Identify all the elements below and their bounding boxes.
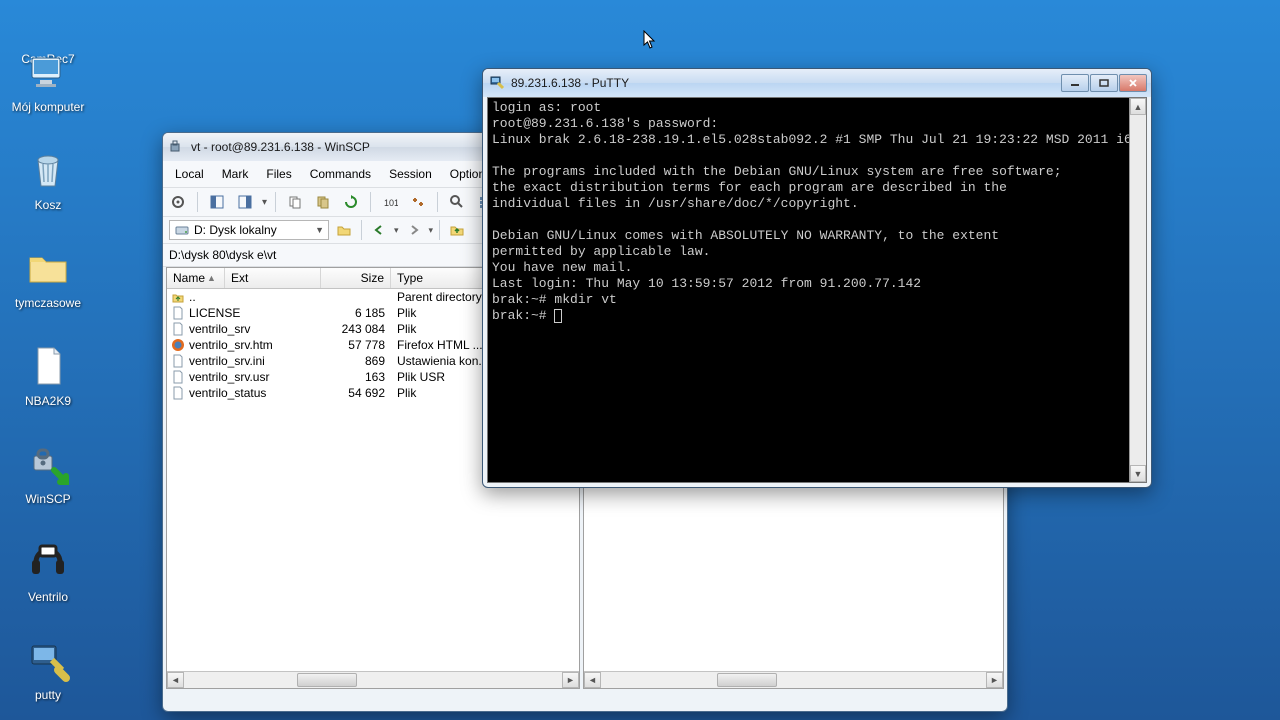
putty-icon xyxy=(24,636,72,684)
svg-text:101: 101 xyxy=(384,198,398,208)
file-icon xyxy=(171,354,185,368)
remote-hscroll[interactable]: ◄ ► xyxy=(584,671,1003,688)
trash-icon xyxy=(24,146,72,194)
file-size: 6 185 xyxy=(321,306,391,320)
minimize-button[interactable] xyxy=(1061,74,1089,92)
find-icon[interactable] xyxy=(446,191,468,213)
winscp-icon xyxy=(24,440,72,488)
refresh-icon[interactable] xyxy=(340,191,362,213)
panel2-icon[interactable] xyxy=(234,191,256,213)
forward-icon[interactable] xyxy=(403,219,425,241)
file-size: 163 xyxy=(321,370,391,384)
putty-text: putty xyxy=(35,688,61,702)
parent-folder-icon[interactable] xyxy=(446,219,468,241)
trash-text: Kosz xyxy=(35,198,62,212)
putty-title: 89.231.6.138 - PuTTY xyxy=(511,76,1061,90)
scroll-up-icon[interactable]: ▲ xyxy=(1130,98,1146,115)
folder-temp[interactable]: tymczasowe xyxy=(8,244,88,310)
drive-select[interactable]: D: Dysk lokalny ▼ xyxy=(169,220,329,240)
winscp-text: WinSCP xyxy=(25,492,70,506)
ventrilo-text: Ventrilo xyxy=(28,590,68,604)
scroll-right-icon[interactable]: ► xyxy=(562,672,579,688)
folder-icon xyxy=(24,244,72,292)
binary-icon[interactable]: 101 xyxy=(379,191,401,213)
terminal-vscroll[interactable]: ▲ ▼ xyxy=(1129,98,1146,482)
menu-session[interactable]: Session xyxy=(381,163,440,185)
file-size: 54 692 xyxy=(321,386,391,400)
putty-shortcut[interactable]: putty xyxy=(8,636,88,702)
menu-commands[interactable]: Commands xyxy=(302,163,379,185)
ventrilo-shortcut[interactable]: Ventrilo xyxy=(8,538,88,604)
nba-text: NBA2K9 xyxy=(25,394,71,408)
gear-icon[interactable] xyxy=(167,191,189,213)
close-button[interactable] xyxy=(1119,74,1147,92)
back-icon[interactable] xyxy=(368,219,390,241)
winscp-title-icon xyxy=(169,139,185,155)
terminal-output[interactable]: login as: root root@89.231.6.138's passw… xyxy=(488,98,1129,482)
panel1-icon[interactable] xyxy=(206,191,228,213)
copy-icon[interactable] xyxy=(284,191,306,213)
maximize-button[interactable] xyxy=(1090,74,1118,92)
scroll-thumb[interactable] xyxy=(297,673,357,687)
computer-icon xyxy=(24,48,72,96)
move-icon[interactable] xyxy=(312,191,334,213)
menu-local[interactable]: Local xyxy=(167,163,212,185)
open-folder-icon[interactable] xyxy=(333,219,355,241)
ventrilo-icon xyxy=(24,538,72,586)
drive-label: D: Dysk lokalny xyxy=(194,223,277,237)
sync-icon[interactable] xyxy=(407,191,429,213)
my-computer[interactable]: Mój komputer xyxy=(8,48,88,114)
mouse-cursor-icon xyxy=(643,30,657,55)
file-size: 57 778 xyxy=(321,338,391,352)
file-size: 243 084 xyxy=(321,322,391,336)
file-name: ventrilo_srv.usr xyxy=(189,370,269,384)
nba2k9[interactable]: NBA2K9 xyxy=(8,342,88,408)
file-name: LICENSE xyxy=(189,306,240,320)
menu-mark[interactable]: Mark xyxy=(214,163,257,185)
scroll-left-icon[interactable]: ◄ xyxy=(167,672,184,688)
file-name: .. xyxy=(189,290,196,304)
file-icon xyxy=(171,370,185,384)
file-icon xyxy=(171,306,185,320)
file-icon xyxy=(171,290,185,304)
col-name[interactable]: Name▲ xyxy=(167,268,225,288)
scroll-down-icon[interactable]: ▼ xyxy=(1130,465,1146,482)
blank-icon xyxy=(24,0,72,48)
trash[interactable]: Kosz xyxy=(8,146,88,212)
scroll-right-icon[interactable]: ► xyxy=(986,672,1003,688)
putty-title-icon xyxy=(489,75,505,91)
scroll-left-icon[interactable]: ◄ xyxy=(584,672,601,688)
file-icon xyxy=(171,386,185,400)
scroll-thumb[interactable] xyxy=(717,673,777,687)
temp-text: tymczasowe xyxy=(15,296,81,310)
putty-window[interactable]: 89.231.6.138 - PuTTY login as: root root… xyxy=(482,68,1152,488)
file-name: ventrilo_status xyxy=(189,386,266,400)
file-name: ventrilo_srv xyxy=(189,322,250,336)
menu-files[interactable]: Files xyxy=(258,163,299,185)
file-size: 869 xyxy=(321,354,391,368)
putty-titlebar[interactable]: 89.231.6.138 - PuTTY xyxy=(483,69,1151,97)
col-size[interactable]: Size xyxy=(321,268,391,288)
file-name: ventrilo_srv.htm xyxy=(189,338,273,352)
winscp-shortcut[interactable]: WinSCP xyxy=(8,440,88,506)
file-icon xyxy=(171,322,185,336)
col-ext[interactable]: Ext xyxy=(225,268,321,288)
local-hscroll[interactable]: ◄ ► xyxy=(167,671,579,688)
file-icon xyxy=(171,338,185,352)
document-icon xyxy=(24,342,72,390)
drive-icon xyxy=(174,222,190,238)
file-name: ventrilo_srv.ini xyxy=(189,354,265,368)
computer-text: Mój komputer xyxy=(12,100,85,114)
